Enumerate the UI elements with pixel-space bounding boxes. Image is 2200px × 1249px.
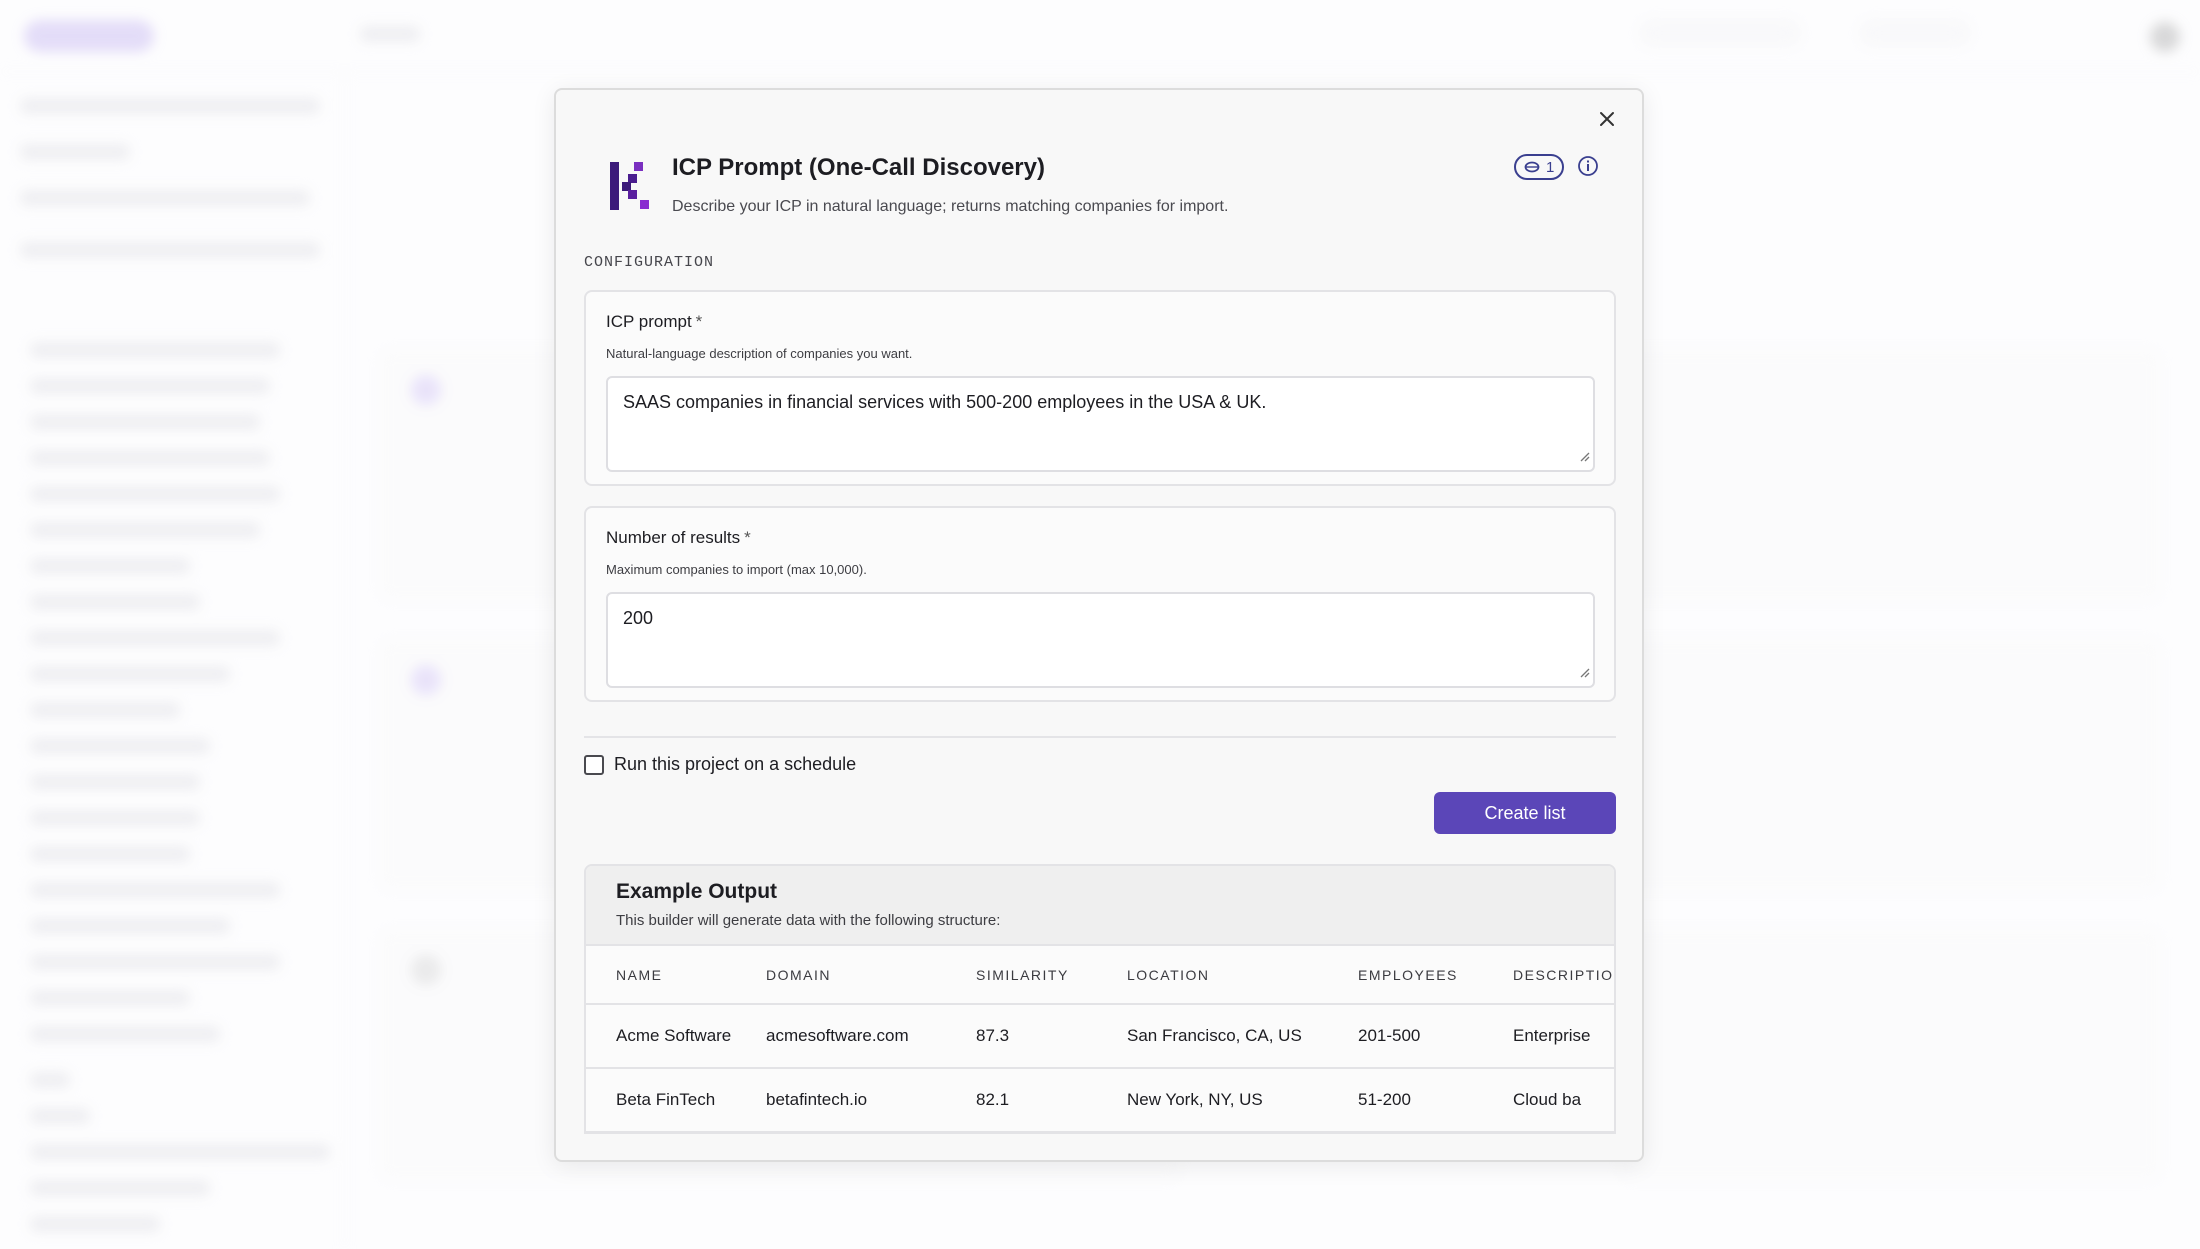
example-output-panel: Example Output This builder will generat…	[584, 864, 1616, 1134]
divider	[584, 736, 1616, 738]
info-icon[interactable]	[1576, 154, 1600, 178]
create-list-button[interactable]: Create list	[1434, 792, 1616, 834]
column-header-name: NAME	[586, 946, 766, 1005]
resize-handle-icon[interactable]	[1578, 666, 1590, 678]
number-of-results-label-text: Number of results	[606, 528, 741, 547]
column-header-similarity: SIMILARITY	[976, 946, 1127, 1005]
icp-prompt-modal: ICP Prompt (One-Call Discovery) Describe…	[554, 88, 1644, 1162]
example-output-header: Example Output This builder will generat…	[586, 866, 1614, 946]
column-header-employees: EMPLOYEES	[1358, 946, 1513, 1005]
table-cell: Acme Software	[586, 1004, 766, 1069]
table-cell: Enterprise	[1513, 1004, 1614, 1069]
table-header-row: NAME DOMAIN SIMILARITY LOCATION EMPLOYEE…	[586, 946, 1614, 1005]
table-cell: 201-500	[1358, 1004, 1513, 1069]
icp-prompt-input[interactable]: SAAS companies in financial services wit…	[606, 376, 1595, 472]
required-marker: *	[695, 312, 703, 331]
number-of-results-help: Maximum companies to import (max 10,000)…	[606, 562, 867, 577]
table-cell: Beta FinTech	[586, 1068, 766, 1132]
required-marker: *	[744, 528, 751, 547]
modal-subtitle: Describe your ICP in natural language; r…	[672, 198, 1229, 215]
number-of-results-field-card: Number of results * Maximum companies to …	[584, 506, 1616, 702]
close-icon	[1600, 112, 1614, 126]
icp-prompt-help: Natural-language description of companie…	[606, 346, 913, 361]
icp-prompt-label-text: ICP prompt	[606, 312, 692, 331]
example-output-subtitle: This builder will generate data with the…	[616, 912, 1001, 929]
credit-cost-badge: 1	[1514, 154, 1565, 180]
column-header-domain: DOMAIN	[766, 946, 976, 1005]
icp-prompt-field-card: ICP prompt * Natural-language description…	[584, 290, 1616, 486]
brand-k-logo-icon	[610, 162, 649, 210]
table-cell: Cloud ba	[1513, 1068, 1614, 1132]
icp-prompt-label: ICP prompt *	[606, 312, 702, 332]
coin-icon	[1524, 161, 1540, 173]
table-row: Beta FinTech betafintech.io 82.1 New Yor…	[586, 1068, 1614, 1132]
credit-count: 1	[1546, 158, 1555, 176]
number-of-results-label: Number of results *	[606, 528, 751, 548]
table-cell: 82.1	[976, 1068, 1127, 1132]
table-cell: acmesoftware.com	[766, 1004, 976, 1069]
table-cell: 87.3	[976, 1004, 1127, 1069]
modal-title: ICP Prompt (One-Call Discovery)	[672, 154, 1045, 181]
number-of-results-input[interactable]: 200	[606, 592, 1595, 688]
table-row: Acme Software acmesoftware.com 87.3 San …	[586, 1004, 1614, 1069]
configuration-section-label: CONFIGURATION	[584, 254, 715, 271]
table-cell: San Francisco, CA, US	[1127, 1004, 1358, 1069]
example-output-table: NAME DOMAIN SIMILARITY LOCATION EMPLOYEE…	[586, 946, 1614, 1132]
example-output-title: Example Output	[616, 880, 778, 903]
schedule-option[interactable]: Run this project on a schedule	[584, 754, 856, 775]
column-header-description: DESCRIPTION	[1513, 946, 1614, 1005]
column-header-location: LOCATION	[1127, 946, 1358, 1005]
schedule-label: Run this project on a schedule	[614, 754, 857, 774]
table-cell: betafintech.io	[766, 1068, 976, 1132]
schedule-checkbox[interactable]	[584, 754, 604, 775]
table-cell: New York, NY, US	[1127, 1068, 1358, 1132]
table-cell: 51-200	[1358, 1068, 1513, 1132]
resize-handle-icon[interactable]	[1578, 450, 1590, 462]
close-button[interactable]	[1592, 104, 1622, 134]
